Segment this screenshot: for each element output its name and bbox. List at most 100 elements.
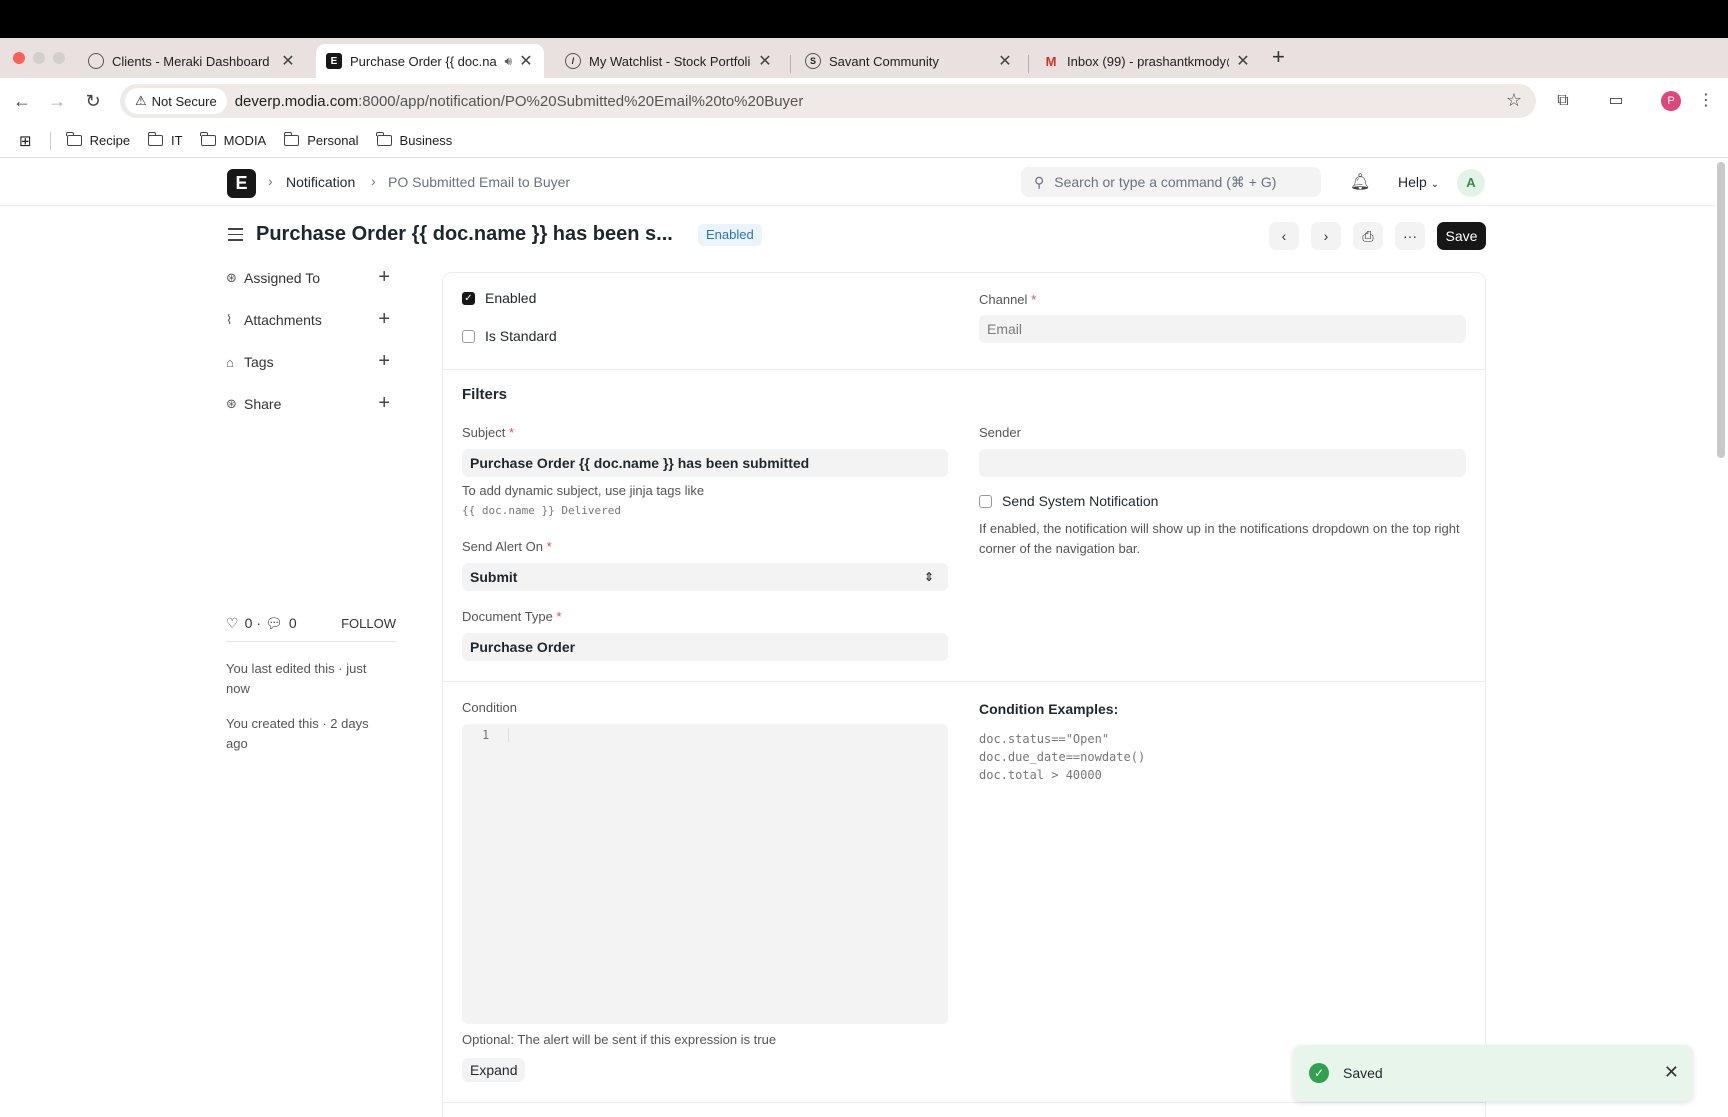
add-icon[interactable]: + (378, 392, 390, 414)
close-tab-icon[interactable]: ✕ (757, 51, 773, 71)
page-scrollbar[interactable] (1717, 162, 1725, 458)
screen-top-bar (0, 0, 1728, 38)
doctype-label-text: Document Type (462, 609, 553, 624)
enabled-label: Enabled (485, 290, 537, 306)
browser-tab-meraki[interactable]: Clients - Meraki Dashboard ✕ (78, 44, 306, 78)
forward-icon[interactable]: → (45, 89, 69, 113)
close-icon[interactable]: ✕ (1664, 1062, 1679, 1083)
sidebar-item-label: Share (244, 396, 282, 412)
back-icon[interactable]: ← (10, 89, 34, 113)
section-divider (443, 1102, 1485, 1103)
next-doc-button[interactable]: › (1311, 222, 1341, 250)
not-secure-chip[interactable]: ⚠ Not Secure (125, 88, 227, 114)
url-text[interactable]: deverp.modia.com:8000/app/notification/P… (235, 93, 804, 110)
condition-label: Condition (462, 700, 517, 715)
close-tab-icon[interactable]: ✕ (1235, 51, 1251, 71)
add-icon[interactable]: + (378, 350, 390, 372)
new-tab-icon[interactable]: + (1272, 44, 1285, 70)
browser-tab-savant[interactable]: S Savant Community ✕ (795, 44, 1023, 78)
notification-bell-icon[interactable]: 🔔︎ (1350, 172, 1370, 192)
close-tab-icon[interactable]: ✕ (280, 51, 296, 71)
subject-hint-code: {{ doc.name }} Delivered (462, 504, 621, 517)
bookmark-it[interactable]: IT (147, 132, 183, 148)
help-dropdown[interactable]: Help ⌄ (1398, 174, 1439, 190)
apps-grid-icon[interactable]: ⊞ (19, 132, 32, 150)
more-menu-icon[interactable]: ··· (1395, 222, 1425, 250)
heart-icon[interactable]: ♡ (226, 615, 239, 632)
send-system-notification-checkbox[interactable]: Send System Notification (979, 493, 1158, 509)
channel-field[interactable]: Email (979, 315, 1466, 343)
breadcrumb-notification[interactable]: Notification (286, 174, 355, 190)
minimize-window-button[interactable] (33, 52, 45, 64)
enabled-checkbox[interactable]: ✓ Enabled (462, 290, 536, 306)
tab-title: Clients - Meraki Dashboard (112, 53, 270, 69)
sidebar-item-attachments[interactable]: ⌇ Attachments + (226, 308, 398, 332)
sender-field[interactable] (979, 449, 1466, 477)
condition-code-editor[interactable]: 1 (462, 724, 948, 1024)
add-icon[interactable]: + (378, 266, 390, 288)
tab-divider (1028, 55, 1029, 73)
app-logo[interactable]: E (227, 169, 256, 198)
extensions-icon[interactable]: ⧉ (1551, 89, 1575, 113)
sidebar-item-label: Assigned To (244, 270, 321, 286)
checkbox-checked-icon: ✓ (462, 291, 475, 305)
condition-hint: Optional: The alert will be sent if this… (462, 1032, 777, 1047)
bookmark-label: MODIA (223, 133, 267, 148)
breadcrumb-current[interactable]: PO Submitted Email to Buyer (388, 174, 570, 190)
tab-title: My Watchlist - Stock Portfolio (589, 53, 751, 69)
user-avatar[interactable]: A (1457, 169, 1485, 197)
sidebar-item-share[interactable]: ⊛ Share + (226, 392, 398, 416)
browser-tab-gmail[interactable]: M Inbox (99) - prashantkmody@ ✕ (1033, 44, 1261, 78)
subject-label: Subject * (462, 425, 515, 440)
status-badge: Enabled (698, 224, 762, 246)
is-standard-checkbox[interactable]: Is Standard (462, 328, 557, 344)
close-tab-icon[interactable]: ✕ (518, 51, 534, 71)
bookmark-modia[interactable]: MODIA (200, 132, 267, 148)
erpnext-icon: E (326, 53, 342, 69)
bookmark-star-icon[interactable]: ☆ (1506, 90, 1522, 111)
reload-icon[interactable]: ↻ (81, 89, 105, 113)
comment-icon[interactable]: 💬︎ (265, 615, 283, 632)
system-notification-hint: If enabled, the notification will show u… (979, 521, 1460, 556)
browser-menu-icon[interactable]: ⋮ (1694, 89, 1718, 113)
bookmark-business[interactable]: Business (376, 132, 452, 148)
follow-button[interactable]: FOLLOW (341, 616, 396, 631)
channel-label: Channel * (979, 292, 1037, 307)
sidepanel-icon[interactable]: ▭ (1604, 89, 1628, 113)
chevron-down-icon: ⌄ (1430, 179, 1440, 190)
bookmark-personal[interactable]: Personal (283, 132, 359, 148)
folder-icon (147, 132, 164, 146)
send-alert-on-select[interactable]: Submit ⇕ (462, 563, 948, 591)
profile-avatar[interactable]: P (1661, 91, 1681, 111)
checkbox-unchecked-icon (462, 329, 475, 343)
subject-field[interactable]: Purchase Order {{ doc.name }} has been s… (462, 449, 948, 477)
sidebar-item-assigned-to[interactable]: ⊛ Assigned To + (226, 266, 398, 290)
not-secure-label: Not Secure (151, 93, 217, 109)
send-alert-on-label: Send Alert On * (462, 539, 552, 554)
paperclip-icon: ⌇ (226, 312, 233, 327)
comments-count: 0 (288, 615, 297, 631)
print-icon[interactable]: ⎙ (1353, 222, 1383, 250)
browser-tab-watchlist[interactable]: / My Watchlist - Stock Portfolio ✕ (555, 44, 783, 78)
condition-examples-title: Condition Examples: (979, 701, 1119, 717)
add-icon[interactable]: + (378, 308, 390, 330)
maximize-window-button[interactable] (53, 52, 65, 64)
saved-toast: ✓ Saved ✕ (1293, 1045, 1693, 1101)
close-tab-icon[interactable]: ✕ (997, 51, 1013, 71)
browser-tab-purchase-order[interactable]: E Purchase Order {{ doc.na 🔊︎ ✕ (316, 44, 544, 78)
document-type-field[interactable]: Purchase Order (462, 633, 948, 661)
previous-doc-button[interactable]: ‹ (1269, 222, 1299, 250)
likes-comments-row: ♡ 0 · 💬︎ 0 FOLLOW (226, 611, 396, 635)
likes-count: 0 (244, 615, 253, 631)
help-label: Help (1398, 174, 1427, 190)
sender-label: Sender (979, 425, 1021, 440)
expand-button[interactable]: Expand (462, 1058, 526, 1082)
close-window-button[interactable] (13, 52, 25, 64)
sidebar-item-tags[interactable]: ⌂ Tags + (226, 350, 398, 374)
awesomebar-search[interactable]: ⚲ Search or type a command (⌘ + G) (1021, 167, 1321, 197)
save-button[interactable]: Save (1437, 222, 1486, 250)
sidebar-toggle-icon[interactable] (228, 228, 243, 245)
address-bar[interactable]: ⚠ Not Secure deverp.modia.com:8000/app/n… (120, 84, 1536, 118)
speaker-icon[interactable]: 🔊︎ (504, 54, 512, 69)
bookmark-recipe[interactable]: Recipe (66, 132, 130, 148)
